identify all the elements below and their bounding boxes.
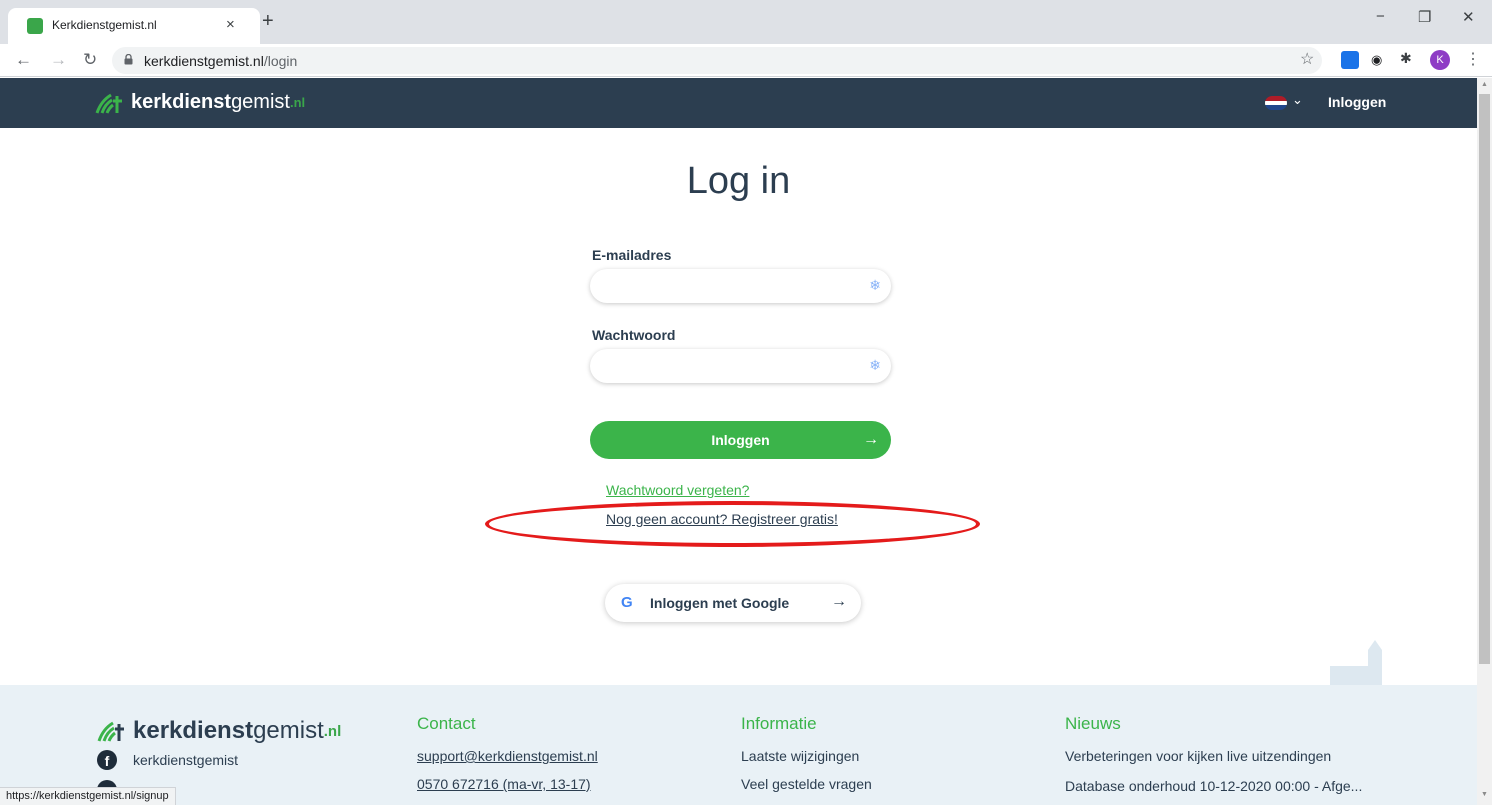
footer-news-heading: Nieuws xyxy=(1065,714,1121,733)
phone-link[interactable]: 0570 672716 (ma-vr, 13-17) xyxy=(417,776,591,792)
google-login-button[interactable]: G Inloggen met Google → xyxy=(605,584,861,622)
support-email-link[interactable]: support@kerkdienstgemist.nl xyxy=(417,748,598,764)
extension-snowflake-icon[interactable] xyxy=(1341,51,1359,69)
lock-icon xyxy=(124,54,133,65)
language-chevron-icon[interactable]: ⌄ xyxy=(1292,92,1303,108)
site-favicon-icon xyxy=(27,18,43,34)
logo-text-light: gemist xyxy=(231,91,290,113)
facebook-link[interactable]: kerkdienstgemist xyxy=(133,752,238,768)
page-viewport: kerkdienst gemist .nl ⌄ Inloggen Log in E-… xyxy=(0,78,1477,805)
facebook-icon[interactable]: f xyxy=(97,750,117,770)
forgot-password-link[interactable]: Wachtwoord vergeten? xyxy=(606,482,749,498)
google-login-label: Inloggen met Google xyxy=(650,595,790,611)
page-title: Log in xyxy=(686,160,791,202)
window-close-icon[interactable]: ✕ xyxy=(1462,8,1475,26)
page-scrollbar[interactable]: ▲ ▼ xyxy=(1477,78,1492,805)
status-bar-url: https://kerkdienstgemist.nl/signup xyxy=(0,787,176,805)
profile-avatar[interactable]: K xyxy=(1430,50,1450,70)
bookmark-star-icon[interactable]: ☆ xyxy=(1300,49,1314,69)
footer-info-heading: Informatie xyxy=(741,714,817,733)
password-manager-icon[interactable]: ❄ xyxy=(869,277,881,294)
footer-news-link[interactable]: Database onderhoud 10-12-2020 00:00 - Af… xyxy=(1065,778,1362,794)
site-footer: kerkdienst gemist .nl f kerkdienstgemist C… xyxy=(0,685,1477,805)
password-label: Wachtwoord xyxy=(592,327,676,343)
password-manager-icon[interactable]: ❄ xyxy=(869,357,881,374)
logo-text-bold: kerkdienst xyxy=(133,717,254,744)
address-bar[interactable]: kerkdienstgemist.nl/login xyxy=(112,47,1322,74)
tab-title: Kerkdienstgemist.nl xyxy=(52,18,157,32)
logo-mark-icon xyxy=(97,721,124,742)
arrow-right-icon: → xyxy=(863,431,879,448)
footer-info-link[interactable]: Laatste wijzigingen xyxy=(741,748,859,764)
logo-text-bold: kerkdienst xyxy=(131,91,232,113)
header-login-link[interactable]: Inloggen xyxy=(1328,94,1386,110)
back-icon[interactable]: ← xyxy=(15,50,32,70)
logo-text-light: gemist xyxy=(253,717,324,744)
extension-eye-icon[interactable]: ◉ xyxy=(1371,52,1389,70)
logo-tld: .nl xyxy=(323,722,342,740)
login-submit-button[interactable]: Inloggen → xyxy=(590,421,891,459)
browser-tab[interactable]: Kerkdienstgemist.nl × xyxy=(8,8,260,44)
email-field[interactable]: ❄ xyxy=(590,269,891,303)
url-host: kerkdienstgemist.nl xyxy=(144,53,264,69)
logo-tld: .nl xyxy=(289,95,306,110)
site-header: kerkdienst gemist .nl ⌄ Inloggen xyxy=(0,78,1477,128)
footer-contact: Contact support@kerkdienstgemist.nl 0570… xyxy=(417,714,598,792)
arrow-right-icon: → xyxy=(831,593,847,610)
restore-icon[interactable]: ❐ xyxy=(1418,8,1431,26)
footer-contact-heading: Contact xyxy=(417,714,476,733)
annotation-ellipse xyxy=(485,501,980,547)
email-label: E-mailadres xyxy=(592,247,672,263)
google-icon: G xyxy=(621,594,633,611)
minimize-icon[interactable]: − xyxy=(1376,8,1385,25)
new-tab-button[interactable]: + xyxy=(262,11,274,31)
tab-close-icon[interactable]: × xyxy=(226,16,235,33)
url-path: /login xyxy=(263,53,298,69)
footer-info-link[interactable]: Veel gestelde vragen xyxy=(741,776,872,792)
password-field[interactable]: ❄ xyxy=(590,349,891,383)
extensions-puzzle-icon[interactable]: ✱ xyxy=(1400,50,1418,68)
browser-toolbar: ← → ↻ kerkdienstgemist.nl/login ☆ ◉ ✱ K … xyxy=(0,44,1492,77)
scroll-up-icon[interactable]: ▲ xyxy=(1481,81,1488,88)
forward-icon[interactable]: → xyxy=(50,50,67,70)
footer-news: Nieuws Verbeteringen voor kijken live ui… xyxy=(1065,714,1362,794)
browser-menu-icon[interactable]: ⋮ xyxy=(1465,49,1481,69)
scrollbar-thumb[interactable] xyxy=(1479,94,1490,664)
scroll-down-icon[interactable]: ▼ xyxy=(1481,791,1488,798)
site-logo[interactable]: kerkdienst gemist .nl xyxy=(95,91,305,114)
footer-logo[interactable]: kerkdienst gemist .nl xyxy=(97,717,341,745)
church-illustration-icon xyxy=(1330,640,1382,688)
logo-mark-icon xyxy=(95,93,122,114)
url-text: kerkdienstgemist.nl/login xyxy=(144,53,297,69)
browser-tab-bar: Kerkdienstgemist.nl × + − ❐ ✕ xyxy=(0,0,1492,44)
footer-info: Informatie Laatste wijzigingen Veel gest… xyxy=(741,714,872,792)
reload-icon[interactable]: ↻ xyxy=(83,50,97,70)
dutch-flag-icon[interactable] xyxy=(1265,96,1287,110)
footer-news-link[interactable]: Verbeteringen voor kijken live uitzendin… xyxy=(1065,748,1331,764)
login-submit-label: Inloggen xyxy=(711,432,770,448)
